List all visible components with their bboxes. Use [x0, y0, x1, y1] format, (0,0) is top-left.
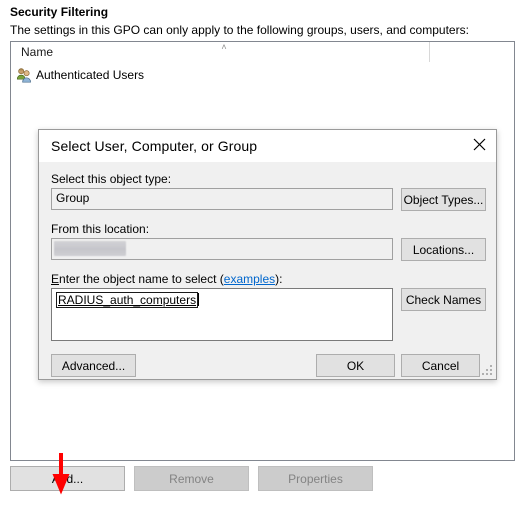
locations-button[interactable]: Locations...: [401, 238, 486, 261]
dialog-titlebar[interactable]: Select User, Computer, or Group: [39, 130, 496, 162]
object-type-label: Select this object type:: [51, 172, 172, 186]
advanced-button[interactable]: Advanced...: [51, 354, 136, 377]
resize-grip[interactable]: [482, 365, 493, 376]
properties-button: Properties: [258, 466, 373, 491]
column-divider[interactable]: [429, 42, 430, 63]
object-name-label-text: nter the object name to select (: [59, 272, 224, 286]
dialog-body: Select this object type: Group Object Ty…: [39, 162, 496, 379]
dialog-title: Select User, Computer, or Group: [51, 138, 258, 154]
listview-header: Name ˄: [11, 42, 514, 63]
sort-ascending-icon: ˄: [221, 42, 227, 52]
page-description: The settings in this GPO can only apply …: [10, 23, 469, 37]
column-header-name[interactable]: Name: [21, 45, 53, 59]
add-button[interactable]: Add...: [10, 466, 125, 491]
object-name-input[interactable]: RADIUS_auth_computers: [51, 288, 393, 341]
redacted-value: [54, 241, 126, 256]
users-group-icon: [16, 67, 33, 84]
object-name-label-suffix: ):: [275, 272, 283, 286]
object-name-label-mnemonic: E: [51, 272, 60, 286]
location-label: From this location:: [51, 222, 150, 236]
resolved-object-name: RADIUS_auth_computers: [56, 292, 199, 308]
select-object-dialog: Select User, Computer, or Group Select t…: [38, 129, 497, 380]
object-name-label: Enter the object name to select (example…: [51, 272, 282, 286]
command-button-bar: Add... Remove Properties: [10, 466, 515, 491]
close-icon[interactable]: [462, 130, 496, 158]
list-item[interactable]: Authenticated Users: [11, 63, 514, 87]
object-types-button[interactable]: Object Types...: [401, 188, 486, 211]
check-names-button[interactable]: Check Names: [401, 288, 486, 311]
gpo-scope-pane: Security Filtering The settings in this …: [0, 0, 525, 526]
location-field[interactable]: [51, 238, 393, 260]
remove-button: Remove: [134, 466, 249, 491]
ok-button[interactable]: OK: [316, 354, 395, 377]
cancel-button[interactable]: Cancel: [401, 354, 480, 377]
list-item-label: Authenticated Users: [36, 68, 145, 82]
examples-link[interactable]: examples: [224, 272, 275, 286]
text-caret: [198, 293, 200, 306]
object-type-field[interactable]: Group: [51, 188, 393, 210]
page-title: Security Filtering: [10, 5, 109, 19]
